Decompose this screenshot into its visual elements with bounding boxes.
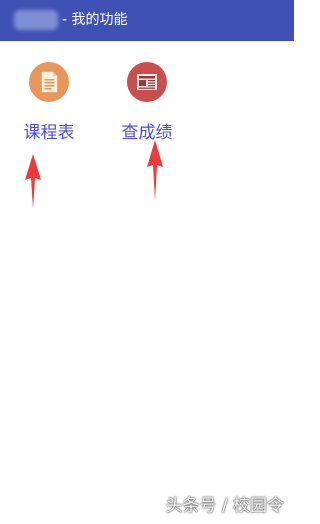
red-arrow-icon xyxy=(147,140,163,201)
page-title: - 我的功能 xyxy=(62,12,128,28)
feature-course-schedule[interactable]: 课程表 xyxy=(9,62,89,144)
red-arrow-icon xyxy=(25,154,41,209)
feature-label-course-schedule[interactable]: 课程表 xyxy=(9,122,89,144)
newspaper-icon[interactable] xyxy=(127,62,167,102)
watermark: 头条号 / 校园令 xyxy=(165,496,284,516)
document-icon[interactable] xyxy=(29,62,69,102)
feature-check-grades[interactable]: 查成绩 xyxy=(107,62,187,144)
app-bar: - 我的功能 xyxy=(0,0,294,41)
blurred-app-name xyxy=(14,10,58,30)
